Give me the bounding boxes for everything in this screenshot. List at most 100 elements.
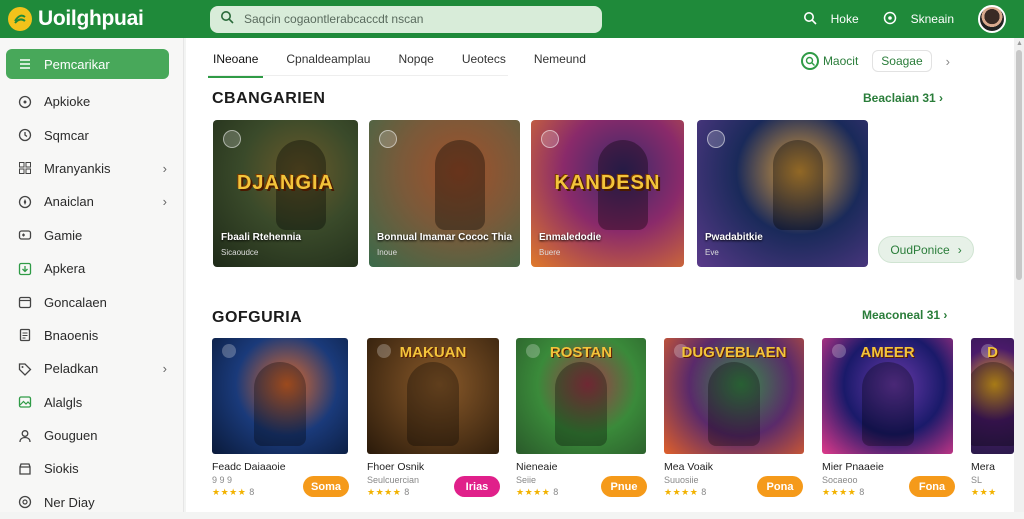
- featured-caption: Enmaledodie: [539, 232, 602, 243]
- game-card[interactable]: D: [971, 338, 1014, 454]
- featured-caption: Pwadabitkie: [705, 232, 763, 243]
- game-action-button[interactable]: Fona: [909, 476, 955, 497]
- game-name[interactable]: Mea Voaik: [664, 461, 713, 473]
- sidebar-item-label: Apkera: [44, 261, 86, 277]
- sidebar-item[interactable]: Gamie: [0, 219, 183, 252]
- match-button[interactable]: Maocit: [800, 52, 858, 70]
- sidebar-item[interactable]: Alalgls: [0, 386, 183, 419]
- stars-icon: ★★★★: [664, 487, 699, 497]
- game-art-title: DUGVEBLAEN: [681, 344, 787, 361]
- game-action-button[interactable]: Soma: [303, 476, 349, 497]
- star-rating: ★★★★ 8: [664, 487, 707, 498]
- sidebar-item-label: Sqmcar: [44, 127, 89, 143]
- game-subtitle: Seulcuercian: [367, 475, 420, 485]
- sidebar-item-label: Gouguen: [44, 428, 98, 444]
- game-art-title: D: [987, 344, 998, 361]
- sidebar-item-label: Mranyankis: [44, 160, 111, 176]
- character-art: [555, 362, 607, 446]
- featured-caption: Fbaali Rtehennia: [221, 232, 302, 243]
- sidebar-item[interactable]: Apkera: [0, 252, 183, 285]
- search-input[interactable]: [244, 12, 592, 26]
- top-action-label: Hoke: [830, 12, 859, 26]
- sidebar-item-label: Ner Diay: [44, 494, 95, 510]
- game-action-button[interactable]: Pona: [757, 476, 803, 497]
- featured-card[interactable]: Pwadabitkie Eve: [697, 120, 868, 267]
- compass-icon: [883, 11, 897, 28]
- compass-icon: [18, 195, 32, 209]
- scrollbar-thumb[interactable]: [1016, 50, 1022, 280]
- game-name[interactable]: Mier Pnaaeie: [822, 461, 884, 473]
- game-name[interactable]: Fhoer Osnik: [367, 461, 424, 473]
- star-rating: ★★★★ 8: [367, 487, 410, 498]
- game-art-title: ROSTAN: [549, 344, 613, 361]
- main-content: INeoane Cpnaldeamplau Nopqe Ueotecs Nemeund …: [186, 38, 1014, 512]
- character-art: [434, 140, 485, 230]
- game-name[interactable]: Mera: [971, 461, 995, 473]
- download-icon: [18, 262, 32, 276]
- calendar-icon: [18, 295, 32, 309]
- character-art: [861, 362, 914, 446]
- game-name[interactable]: Feadc Daiaaoie: [212, 461, 286, 473]
- sidebar-item[interactable]: Sqmcar: [0, 118, 183, 151]
- badge-icon: [379, 130, 397, 148]
- game-art-title: MAKUAN: [399, 344, 467, 361]
- featured-caption: Bonnual Imamar Cococ Thia: [377, 232, 513, 243]
- featured-card[interactable]: Bonnual Imamar Cococ Thia Inoue: [369, 120, 520, 267]
- character-art: [407, 362, 459, 446]
- badge-icon: [223, 130, 241, 148]
- sidebar-item[interactable]: Peladkan ›: [0, 352, 183, 385]
- game-action-button[interactable]: Irias: [454, 476, 500, 497]
- stars-icon: ★★★★: [516, 487, 551, 497]
- app-logo[interactable]: Uoilghpuai: [0, 7, 196, 31]
- search-bar[interactable]: [210, 5, 602, 33]
- sidebar-item-label: Bnaoenis: [44, 327, 99, 343]
- sidebar-item[interactable]: Gouguen: [0, 419, 183, 452]
- badge-icon: [541, 130, 559, 148]
- chevron-right-icon: ›: [162, 160, 167, 176]
- overview-button[interactable]: OudPonice ›: [878, 236, 974, 263]
- scroll-up-icon[interactable]: ▲: [1016, 40, 1023, 47]
- game-card[interactable]: ROSTAN: [516, 338, 646, 454]
- game-action-button[interactable]: Pnue: [601, 476, 647, 497]
- sidebar-item[interactable]: Siokis: [0, 452, 183, 485]
- avatar[interactable]: [978, 5, 1006, 33]
- featured-card[interactable]: DJANGIA Fbaali Rtehennia Sicaoudce: [213, 120, 358, 267]
- scrollbar[interactable]: ▲: [1014, 38, 1024, 512]
- featured-card[interactable]: KANDESN Enmaledodie Buere: [531, 120, 684, 267]
- rating-count: 8: [404, 487, 410, 497]
- badge-icon: [222, 344, 236, 358]
- game-card[interactable]: DUGVEBLAEN: [664, 338, 804, 454]
- sidebar-item[interactable]: Ner Diay: [0, 486, 183, 519]
- game-card[interactable]: AMEER: [822, 338, 953, 454]
- game-name[interactable]: Nieneaie: [516, 461, 557, 473]
- top-action-hoke[interactable]: Hoke: [803, 11, 859, 28]
- top-action-skneain[interactable]: Skneain: [883, 11, 954, 28]
- tag-icon: [18, 362, 32, 376]
- sidebar-item[interactable]: Mranyankis ›: [0, 152, 183, 185]
- sidebar-item[interactable]: Pemcarikar: [6, 49, 169, 79]
- featured-subcaption: Sicaoudce: [221, 248, 259, 257]
- tab[interactable]: Nemeund: [529, 52, 591, 78]
- suggest-button[interactable]: Soagae: [872, 50, 932, 72]
- top-bar: Uoilghpuai Hoke Skneain: [0, 0, 1024, 38]
- game-card[interactable]: [212, 338, 348, 454]
- game-card[interactable]: MAKUAN: [367, 338, 499, 454]
- image-icon: [18, 395, 32, 409]
- chevron-right-icon[interactable]: ›: [946, 54, 950, 69]
- sidebar-item-label: Gamie: [44, 227, 83, 243]
- sidebar-item[interactable]: Anaiclan ›: [0, 185, 183, 218]
- games-see-all-link[interactable]: Meaconeal 31 ›: [862, 308, 947, 322]
- star-rating: ★★★★ 8: [212, 487, 255, 498]
- stars-icon: ★★★★: [212, 487, 247, 497]
- settings-icon: [18, 495, 32, 509]
- sidebar-item[interactable]: Bnaoenis: [0, 319, 183, 352]
- sidebar-item[interactable]: Apkioke: [0, 85, 183, 118]
- sidebar-item[interactable]: Goncalaen: [0, 285, 183, 318]
- star-rating: ★★★★ 8: [516, 487, 559, 498]
- clock-icon: [18, 128, 32, 142]
- gamepad-icon: [18, 228, 32, 242]
- rating-count: 8: [553, 487, 559, 497]
- featured-title: CBANGARIEN: [212, 90, 326, 107]
- featured-see-all-link[interactable]: Beaclaian 31 ›: [863, 91, 943, 105]
- rating-count: 8: [859, 487, 865, 497]
